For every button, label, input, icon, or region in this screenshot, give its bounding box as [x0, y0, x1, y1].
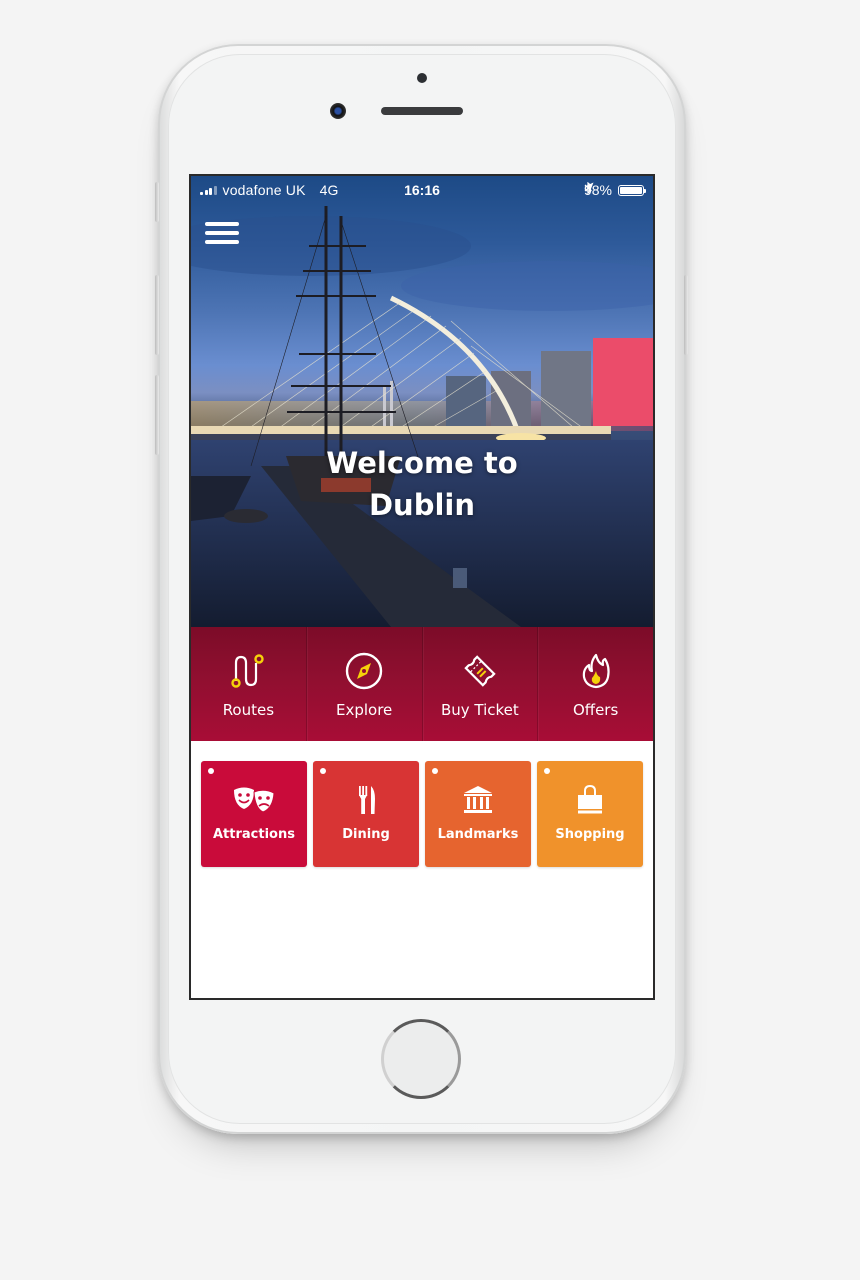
indicator-dot: [544, 768, 550, 774]
battery-icon: [618, 184, 646, 196]
category-dining[interactable]: Dining: [313, 761, 419, 867]
hamburger-menu-icon-line: [205, 231, 239, 235]
route-icon: [231, 654, 265, 688]
category-attractions[interactable]: Attractions: [201, 761, 307, 867]
category-landmarks[interactable]: Landmarks: [425, 761, 531, 867]
front-camera: [330, 103, 346, 119]
category-label: Landmarks: [437, 827, 519, 842]
quick-nav-bar: Routes Explore Buy Ticket Offers: [191, 627, 653, 741]
volume-up-button: [155, 275, 159, 355]
quick-nav-explore[interactable]: Explore: [307, 627, 423, 741]
hamburger-menu-button[interactable]: [205, 222, 239, 250]
quick-nav-buy-ticket[interactable]: Buy Ticket: [423, 627, 539, 741]
status-bar: vodafone UK 4G 16:16 98%: [191, 176, 653, 204]
category-tiles: Attractions Dining Landmarks Shopping: [201, 761, 645, 867]
welcome-title-city: Dublin: [368, 488, 475, 522]
hamburger-menu-icon-line: [205, 240, 239, 244]
home-button[interactable]: [381, 1019, 461, 1099]
quick-nav-offers[interactable]: Offers: [538, 627, 653, 741]
flame-icon: [582, 653, 610, 689]
indicator-dot: [320, 768, 326, 774]
ticket-icon: [464, 655, 496, 687]
category-label: Attractions: [213, 827, 295, 842]
quick-nav-label: Buy Ticket: [440, 701, 519, 719]
quick-nav-label: Routes: [222, 701, 275, 719]
indicator-dot: [208, 768, 214, 774]
earpiece-speaker: [381, 107, 463, 115]
quick-nav-label: Offers: [572, 701, 619, 719]
app-screen: vodafone UK 4G 16:16 98% Welcome to Dubl…: [189, 174, 655, 1000]
volume-down-button: [155, 375, 159, 455]
museum-building-icon: [464, 786, 492, 813]
fork-knife-icon: [359, 786, 375, 814]
welcome-title: Welcome to Dublin: [191, 442, 653, 526]
hamburger-menu-icon-line: [205, 222, 239, 226]
mute-switch: [155, 182, 159, 222]
category-label: Dining: [342, 827, 390, 842]
shopping-bag-icon: [578, 785, 602, 814]
category-label: Shopping: [555, 827, 625, 842]
welcome-title-line1: Welcome to: [326, 446, 518, 480]
quick-nav-label: Explore: [335, 701, 393, 719]
hero-image: [191, 206, 653, 627]
power-button: [684, 275, 688, 355]
bluetooth-icon: [584, 182, 592, 194]
compass-icon: [345, 652, 383, 690]
hero-banner: vodafone UK 4G 16:16 98% Welcome to Dubl…: [191, 176, 653, 627]
theatre-masks-icon: [234, 787, 275, 813]
quick-nav-routes[interactable]: Routes: [191, 627, 307, 741]
proximity-sensor: [417, 73, 427, 83]
indicator-dot: [432, 768, 438, 774]
category-shopping[interactable]: Shopping: [537, 761, 643, 867]
